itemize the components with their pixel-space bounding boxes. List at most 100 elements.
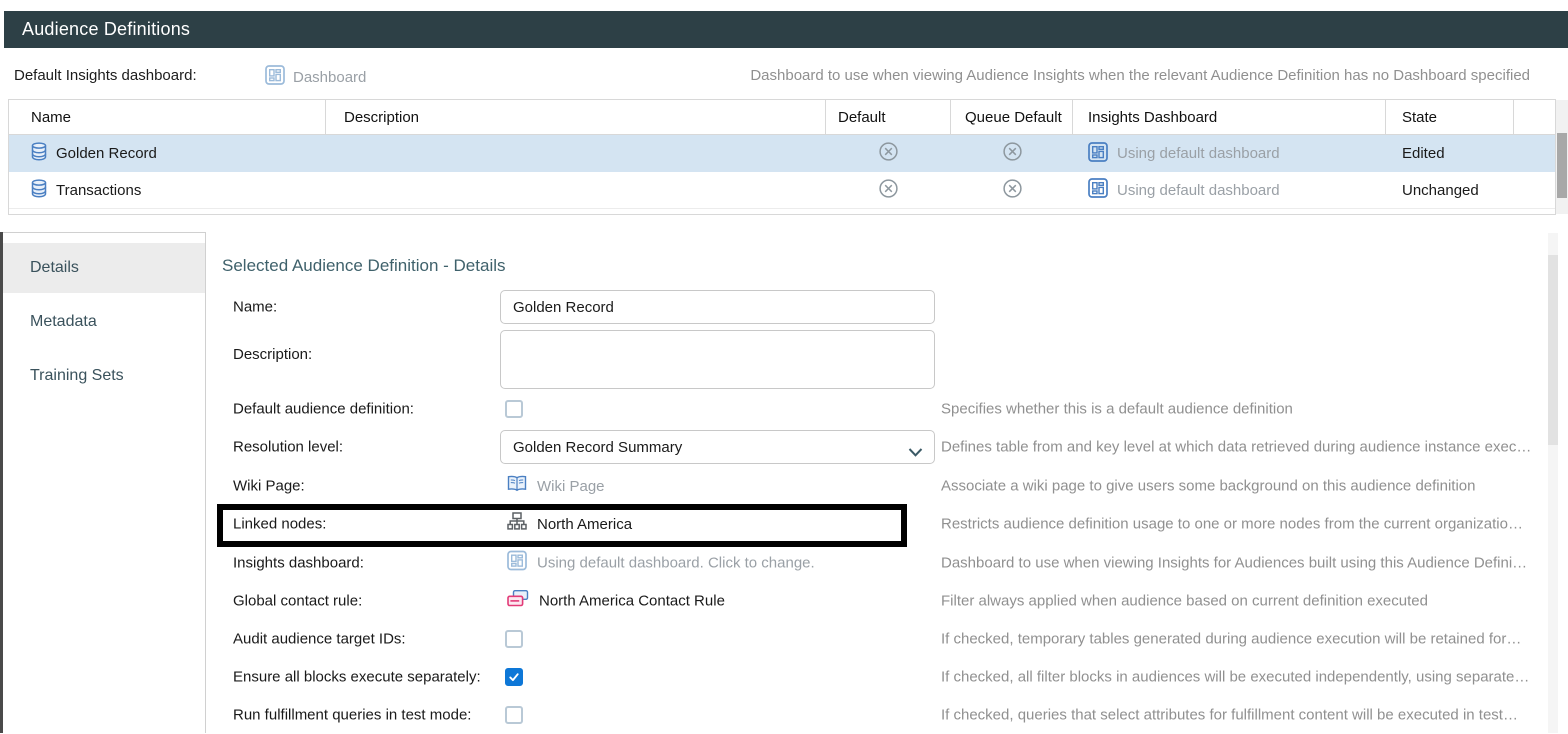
database-icon [31,179,47,202]
insights-dashboard-value: Using default dashboard [1117,182,1280,199]
fulfillment-test-hint: If checked, queries that select attribut… [941,707,1518,724]
audience-definitions-screen: Audience Definitions Default Insights da… [0,0,1568,733]
audit-target-ids-checkbox[interactable] [505,630,523,648]
cell-description [326,135,826,172]
column-header-queue-default[interactable]: Queue Default [951,100,1073,134]
column-header-name[interactable]: Name [9,100,326,134]
table-scrollbar[interactable] [1556,100,1568,214]
default-insights-dashboard-label: Default Insights dashboard: [14,67,197,84]
sidebar-item-training-sets[interactable]: Training Sets [3,351,205,401]
column-header-default[interactable]: Default [826,100,951,134]
insights-dashboard-label: Insights dashboard: [233,555,364,572]
chevron-down-icon [908,444,923,461]
page-title: Audience Definitions [4,19,190,40]
circle-x-icon[interactable] [878,178,899,203]
column-header-description[interactable]: Description [326,100,826,134]
cell-insights-dashboard[interactable]: Using default dashboard [1073,172,1386,208]
global-contact-rule-hint: Filter always applied when audience base… [941,593,1428,610]
dashboard-icon [265,65,285,90]
form-row-resolution-level: Resolution level: Golden Record Summary … [222,428,1552,466]
ensure-blocks-checkbox[interactable] [505,668,523,686]
insights-dashboard-hint: Dashboard to use when viewing Insights f… [941,555,1527,572]
audience-name: Transactions [56,182,141,199]
table-row[interactable]: Transactions Using default dashboard Unc… [9,172,1555,209]
global-contact-rule-label: Global contact rule: [233,593,362,610]
circle-x-icon[interactable] [1002,178,1023,203]
cell-queue-default [951,135,1073,172]
table-row[interactable]: Golden Record Using default dashboard Ed… [9,135,1555,172]
name-label: Name: [233,299,277,316]
org-chart-icon [507,512,527,536]
cell-default [826,135,951,172]
cell-insights-dashboard[interactable]: Using default dashboard [1073,135,1386,172]
column-header-insights-dashboard[interactable]: Insights Dashboard [1073,100,1386,134]
database-icon [31,142,47,165]
wiki-page-icon [507,475,527,497]
wiki-page-hint: Associate a wiki page to give users some… [941,478,1476,495]
default-dashboard-value: Dashboard [293,69,366,86]
description-input[interactable] [500,330,935,389]
audience-name: Golden Record [56,145,157,162]
panel-scrollbar[interactable] [1548,233,1558,733]
form-row-default-definition: Default audience definition: Specifies w… [222,390,1552,428]
ensure-blocks-label: Ensure all blocks execute separately: [233,669,481,686]
linked-nodes-value: North America [537,516,632,533]
titlebar: Audience Definitions [4,11,1568,48]
audit-target-ids-hint: If checked, temporary tables generated d… [941,631,1521,648]
wiki-page-link[interactable]: Wiki Page [507,475,605,497]
sidebar-item-label: Metadata [30,313,97,331]
form-row-audit-target-ids: Audit audience target IDs: If checked, t… [222,620,1552,658]
cell-queue-default [951,172,1073,208]
default-definition-hint: Specifies whether this is a default audi… [941,401,1293,418]
fulfillment-test-label: Run fulfillment queries in test mode: [233,707,471,724]
contact-rule-icon [507,590,529,613]
resolution-level-select[interactable]: Golden Record Summary [500,430,935,464]
default-definition-checkbox[interactable] [505,400,523,418]
global-contact-rule-value: North America Contact Rule [539,593,725,610]
sidebar-item-label: Training Sets [30,367,124,385]
table-scrollbar-thumb[interactable] [1557,133,1567,198]
form-row-description: Description: [222,330,1552,389]
form-row-global-contact-rule: Global contact rule: North America Conta… [222,582,1552,620]
dashboard-icon [507,551,527,576]
insights-dashboard-value: Using default dashboard [1117,145,1280,162]
insights-dashboard-value: Using default dashboard. Click to change… [537,555,815,572]
ensure-blocks-hint: If checked, all filter blocks in audienc… [941,669,1529,686]
sidebar-item-metadata[interactable]: Metadata [3,297,205,347]
cell-name: Transactions [9,172,326,208]
resolution-level-label: Resolution level: [233,439,343,456]
column-header-filler [1514,100,1555,134]
linked-nodes-link[interactable]: North America [507,512,632,536]
form-row-ensure-blocks-separate: Ensure all blocks execute separately: If… [222,658,1552,696]
name-input[interactable] [500,290,935,324]
resolution-level-hint: Defines table from and key level at whic… [941,439,1531,456]
linked-nodes-label: Linked nodes: [233,516,326,533]
cell-default [826,172,951,208]
dashboard-icon [1088,178,1108,202]
table-header-row: Name Description Default Queue Default I… [9,100,1555,135]
sidebar-item-details[interactable]: Details [3,243,205,293]
default-definition-label: Default audience definition: [233,401,414,418]
form-row-name: Name: [222,288,1552,326]
sidebar-item-label: Details [30,259,79,277]
circle-x-icon[interactable] [878,141,899,166]
fulfillment-test-checkbox[interactable] [505,706,523,724]
circle-x-icon[interactable] [1002,141,1023,166]
details-sidebar: Details Metadata Training Sets [3,232,206,733]
dashboard-icon [1088,142,1108,166]
form-row-linked-nodes: Linked nodes: North America Restricts au… [222,505,1552,543]
column-header-state[interactable]: State [1386,100,1514,134]
default-dashboard-picker[interactable]: Dashboard [265,65,366,90]
default-dashboard-hint: Dashboard to use when viewing Audience I… [750,67,1530,84]
insights-dashboard-link[interactable]: Using default dashboard. Click to change… [507,551,815,576]
global-contact-rule-link[interactable]: North America Contact Rule [507,590,725,613]
wiki-page-label: Wiki Page: [233,478,305,495]
resolution-level-value: Golden Record Summary [513,439,682,456]
cell-name: Golden Record [9,135,326,172]
audience-definitions-table: Name Description Default Queue Default I… [8,99,1556,215]
panel-heading: Selected Audience Definition - Details [222,256,506,276]
wiki-page-value: Wiki Page [537,478,605,495]
panel-scrollbar-thumb[interactable] [1548,255,1558,445]
form-row-insights-dashboard: Insights dashboard: Using default dashbo… [222,544,1552,582]
audit-target-ids-label: Audit audience target IDs: [233,631,406,648]
